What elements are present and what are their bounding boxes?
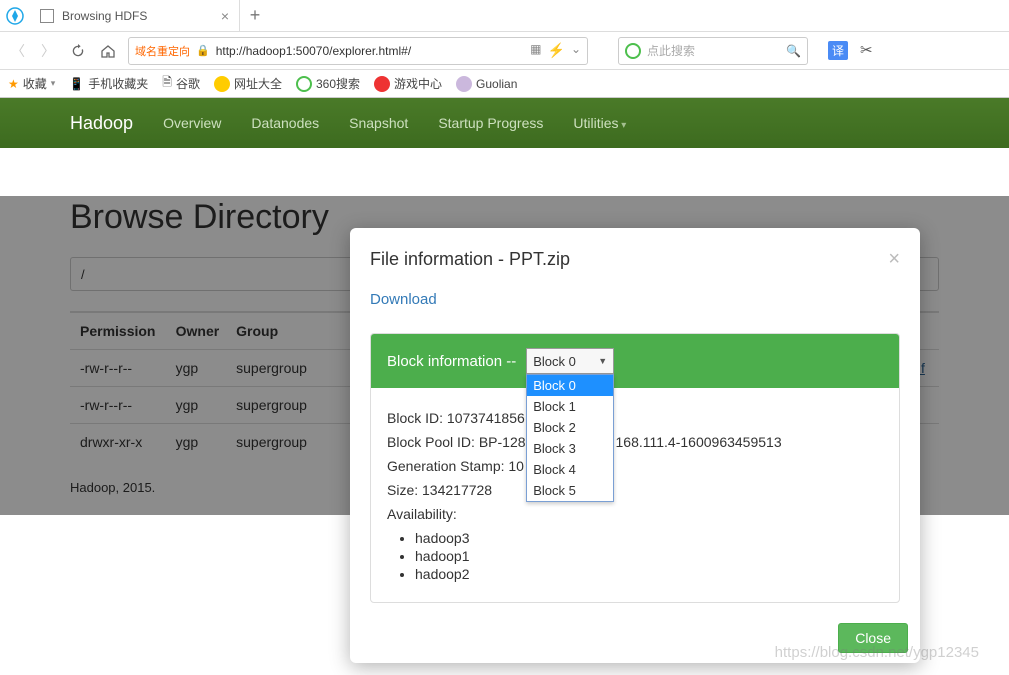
tab-title: Browsing HDFS — [62, 9, 213, 23]
block-dropdown: Block 0 Block 1 Block 2 Block 3 Block 4 … — [526, 374, 614, 502]
game-icon — [374, 76, 390, 92]
generation-stamp: Generation Stamp: 10 — [387, 458, 883, 474]
bookmark-wangzhi[interactable]: 网址大全 — [214, 75, 282, 92]
nav-utilities[interactable]: Utilities — [573, 115, 626, 131]
browser-tab-strip: Browsing HDFS × + — [0, 0, 1009, 32]
bolt-icon[interactable]: ⚡ — [548, 42, 565, 59]
nav-startup-progress[interactable]: Startup Progress — [438, 115, 543, 131]
block-select[interactable]: Block 0 ▼ — [526, 348, 614, 374]
modal-title: File information - PPT.zip — [370, 249, 570, 270]
chevron-down-icon[interactable]: ⌄ — [571, 42, 581, 59]
lock-icon: 🔒 — [196, 44, 210, 57]
block-option[interactable]: Block 2 — [527, 417, 613, 438]
hadoop-navbar: Hadoop Overview Datanodes Snapshot Start… — [0, 98, 1009, 148]
nav-snapshot[interactable]: Snapshot — [349, 115, 408, 131]
page-body: Hadoop Overview Datanodes Snapshot Start… — [0, 98, 1009, 515]
guolian-icon — [456, 76, 472, 92]
modal-close-icon[interactable]: × — [888, 248, 900, 271]
search-icon[interactable]: 🔍 — [786, 44, 801, 58]
browser-tab[interactable]: Browsing HDFS × — [30, 0, 240, 32]
page-favicon — [40, 9, 54, 23]
translate-button[interactable]: 译 — [828, 41, 848, 60]
block-id: Block ID: 1073741856 — [387, 410, 525, 426]
page-icon: 🗎 — [162, 73, 172, 94]
block-option[interactable]: Block 3 — [527, 438, 613, 459]
block-info-label: Block information -- — [387, 353, 516, 370]
block-info-panel: Block information -- Block 0 ▼ Block 0 B… — [370, 333, 900, 603]
address-bar[interactable]: 域名重定向 🔒 http://hadoop1:50070/explorer.ht… — [128, 37, 588, 65]
block-pool-id: Block Pool ID: BP-128 — [387, 434, 526, 450]
availability-item: hadoop2 — [415, 566, 883, 582]
caret-down-icon: ▼ — [598, 356, 607, 366]
availability-item: hadoop1 — [415, 548, 883, 564]
qr-icon[interactable]: ▦ — [530, 42, 541, 59]
bookmark-favorites[interactable]: ★收藏 ▾ — [8, 75, 55, 92]
availability-item: hadoop3 — [415, 530, 883, 546]
file-info-modal: File information - PPT.zip × Download Bl… — [350, 228, 920, 663]
home-button[interactable] — [98, 41, 118, 61]
block-option[interactable]: Block 0 — [527, 375, 613, 396]
site-icon — [214, 76, 230, 92]
block-size: Size: 134217728 — [387, 482, 883, 498]
360-icon — [296, 76, 312, 92]
nav-datanodes[interactable]: Datanodes — [251, 115, 319, 131]
nav-overview[interactable]: Overview — [163, 115, 221, 131]
url-redirect-label: 域名重定向 — [135, 43, 190, 59]
browser-toolbar: 〈 〉 域名重定向 🔒 http://hadoop1:50070/explore… — [0, 32, 1009, 70]
bookmark-360[interactable]: 360搜索 — [296, 75, 360, 92]
back-button[interactable]: 〈 — [8, 41, 28, 61]
url-text: http://hadoop1:50070/explorer.html#/ — [216, 44, 524, 58]
block-option[interactable]: Block 5 — [527, 480, 613, 501]
download-link[interactable]: Download — [370, 291, 437, 308]
reload-button[interactable] — [68, 41, 88, 61]
bookmark-gamecenter[interactable]: 游戏中心 — [374, 75, 442, 92]
phone-icon: 📱 — [69, 77, 84, 91]
block-option[interactable]: Block 4 — [527, 459, 613, 480]
tab-close-icon[interactable]: × — [221, 8, 229, 24]
browser-logo — [0, 0, 30, 32]
search-engine-icon — [625, 43, 641, 59]
forward-button[interactable]: 〉 — [38, 41, 58, 61]
bookmark-bar: ★收藏 ▾ 📱手机收藏夹 🗎谷歌 网址大全 360搜索 游戏中心 Guolian — [0, 70, 1009, 98]
star-icon: ★ — [8, 77, 19, 91]
availability-label: Availability: — [387, 506, 883, 522]
scissors-icon[interactable]: ✂ — [860, 41, 873, 60]
modal-close-button[interactable]: Close — [838, 623, 908, 653]
bookmark-google[interactable]: 🗎谷歌 — [162, 73, 200, 94]
availability-list: hadoop3 hadoop1 hadoop2 — [415, 530, 883, 582]
search-placeholder: 点此搜索 — [647, 42, 695, 59]
new-tab-button[interactable]: + — [240, 5, 270, 26]
navbar-brand[interactable]: Hadoop — [70, 113, 133, 134]
search-bar[interactable]: 点此搜索 🔍 — [618, 37, 808, 65]
block-option[interactable]: Block 1 — [527, 396, 613, 417]
bookmark-guolian[interactable]: Guolian — [456, 76, 517, 92]
bookmark-phone[interactable]: 📱手机收藏夹 — [69, 75, 148, 92]
